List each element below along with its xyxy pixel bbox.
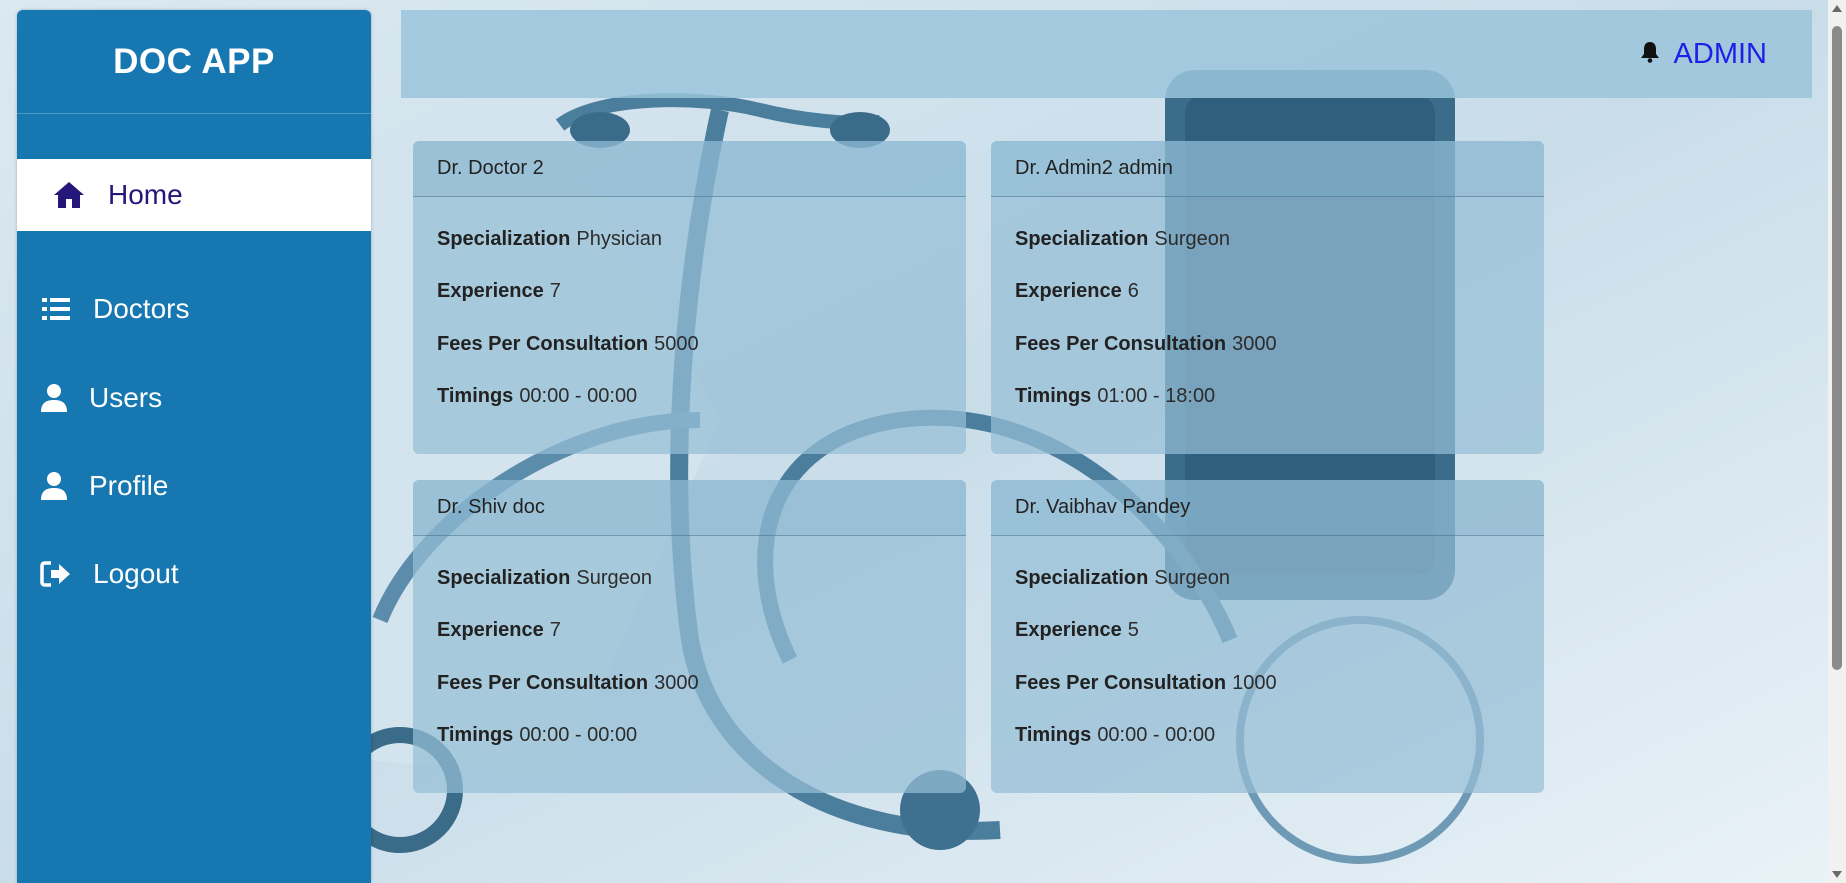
specialization-row: Specialization Surgeon (1015, 213, 1520, 266)
doctor-name: Dr. Doctor 2 (413, 141, 966, 197)
experience-label: Experience (437, 619, 544, 642)
fees-label: Fees Per Consultation (1015, 332, 1227, 355)
specialization-row: Specialization Surgeon (1015, 552, 1520, 605)
timings-label: Timings (437, 724, 514, 747)
timings-value: 00:00 - 00:00 (519, 385, 638, 408)
experience-value: 6 (1127, 280, 1139, 303)
specialization-label: Specialization (1015, 227, 1149, 250)
timings-value: 01:00 - 18:00 (1097, 385, 1216, 408)
fees-value: 3000 (1232, 332, 1277, 355)
top-header: ADMIN (401, 10, 1812, 98)
doctor-card[interactable]: Dr. Vaibhav Pandey Specialization Surgeon… (991, 480, 1544, 793)
timings-row: Timings 00:00 - 00:00 (437, 710, 942, 763)
experience-row: Experience 7 (437, 605, 942, 658)
app-brand: DOC APP (17, 10, 371, 114)
specialization-label: Specialization (437, 227, 571, 250)
sidebar: DOC APP Home Doctors Users Profile Logou… (17, 10, 371, 883)
fees-row: Fees Per Consultation 3000 (1015, 318, 1520, 371)
timings-row: Timings 01:00 - 18:00 (1015, 371, 1520, 424)
fees-label: Fees Per Consultation (437, 671, 649, 694)
doctor-name: Dr. Shiv doc (413, 480, 966, 536)
experience-row: Experience 6 (1015, 266, 1520, 319)
home-icon (52, 178, 86, 212)
admin-link[interactable]: ADMIN (1674, 38, 1767, 71)
header-user: ADMIN (1640, 10, 1767, 98)
sidebar-item-doctors[interactable]: Doctors (17, 273, 371, 345)
fees-value: 3000 (654, 671, 699, 694)
doctor-card[interactable]: Dr. Admin2 admin Specialization Surgeon E… (991, 141, 1544, 454)
doctor-card[interactable]: Dr. Doctor 2 Specialization Physician Exp… (413, 141, 966, 454)
timings-label: Timings (437, 385, 514, 408)
fees-label: Fees Per Consultation (437, 332, 649, 355)
timings-label: Timings (1015, 724, 1092, 747)
sidebar-item-logout[interactable]: Logout (17, 538, 371, 610)
specialization-value: Surgeon (1154, 227, 1230, 250)
timings-label: Timings (1015, 385, 1092, 408)
experience-row: Experience 7 (437, 266, 942, 319)
list-icon (39, 292, 73, 326)
bell-icon[interactable] (1640, 41, 1660, 68)
specialization-row: Specialization Physician (437, 213, 942, 266)
doctor-name: Dr. Vaibhav Pandey (991, 480, 1544, 536)
sidebar-item-home[interactable]: Home (17, 159, 371, 231)
fees-label: Fees Per Consultation (1015, 671, 1227, 694)
specialization-value: Physician (576, 227, 662, 250)
specialization-label: Specialization (437, 566, 571, 589)
sidebar-item-label: Profile (89, 470, 169, 501)
sidebar-item-profile[interactable]: Profile (17, 450, 371, 522)
experience-label: Experience (437, 280, 544, 303)
doctor-card[interactable]: Dr. Shiv doc Specialization Surgeon Exper… (413, 480, 966, 793)
experience-label: Experience (1015, 280, 1122, 303)
experience-value: 7 (549, 280, 561, 303)
scroll-up-icon[interactable] (1832, 5, 1842, 12)
specialization-value: Surgeon (1154, 566, 1230, 589)
experience-row: Experience 5 (1015, 605, 1520, 658)
experience-value: 5 (1127, 619, 1139, 642)
fees-value: 1000 (1232, 671, 1277, 694)
fees-row: Fees Per Consultation 5000 (437, 318, 942, 371)
timings-row: Timings 00:00 - 00:00 (1015, 710, 1520, 763)
timings-value: 00:00 - 00:00 (1097, 724, 1216, 747)
sidebar-item-label: Users (89, 382, 163, 413)
logout-icon (39, 557, 73, 591)
specialization-row: Specialization Surgeon (437, 552, 942, 605)
specialization-value: Surgeon (576, 566, 652, 589)
fees-value: 5000 (654, 332, 699, 355)
timings-row: Timings 00:00 - 00:00 (437, 371, 942, 424)
sidebar-item-users[interactable]: Users (17, 362, 371, 434)
timings-value: 00:00 - 00:00 (519, 724, 638, 747)
scroll-thumb[interactable] (1832, 26, 1842, 670)
fees-row: Fees Per Consultation 3000 (437, 657, 942, 710)
doctor-name: Dr. Admin2 admin (991, 141, 1544, 197)
user-icon (37, 469, 71, 503)
fees-row: Fees Per Consultation 1000 (1015, 657, 1520, 710)
scroll-down-icon[interactable] (1832, 871, 1842, 878)
page-scrollbar[interactable] (1828, 0, 1846, 883)
user-icon (37, 381, 71, 415)
specialization-label: Specialization (1015, 566, 1149, 589)
experience-label: Experience (1015, 619, 1122, 642)
experience-value: 7 (549, 619, 561, 642)
sidebar-item-label: Home (108, 179, 183, 210)
sidebar-item-label: Doctors (93, 293, 190, 324)
sidebar-item-label: Logout (93, 558, 179, 589)
